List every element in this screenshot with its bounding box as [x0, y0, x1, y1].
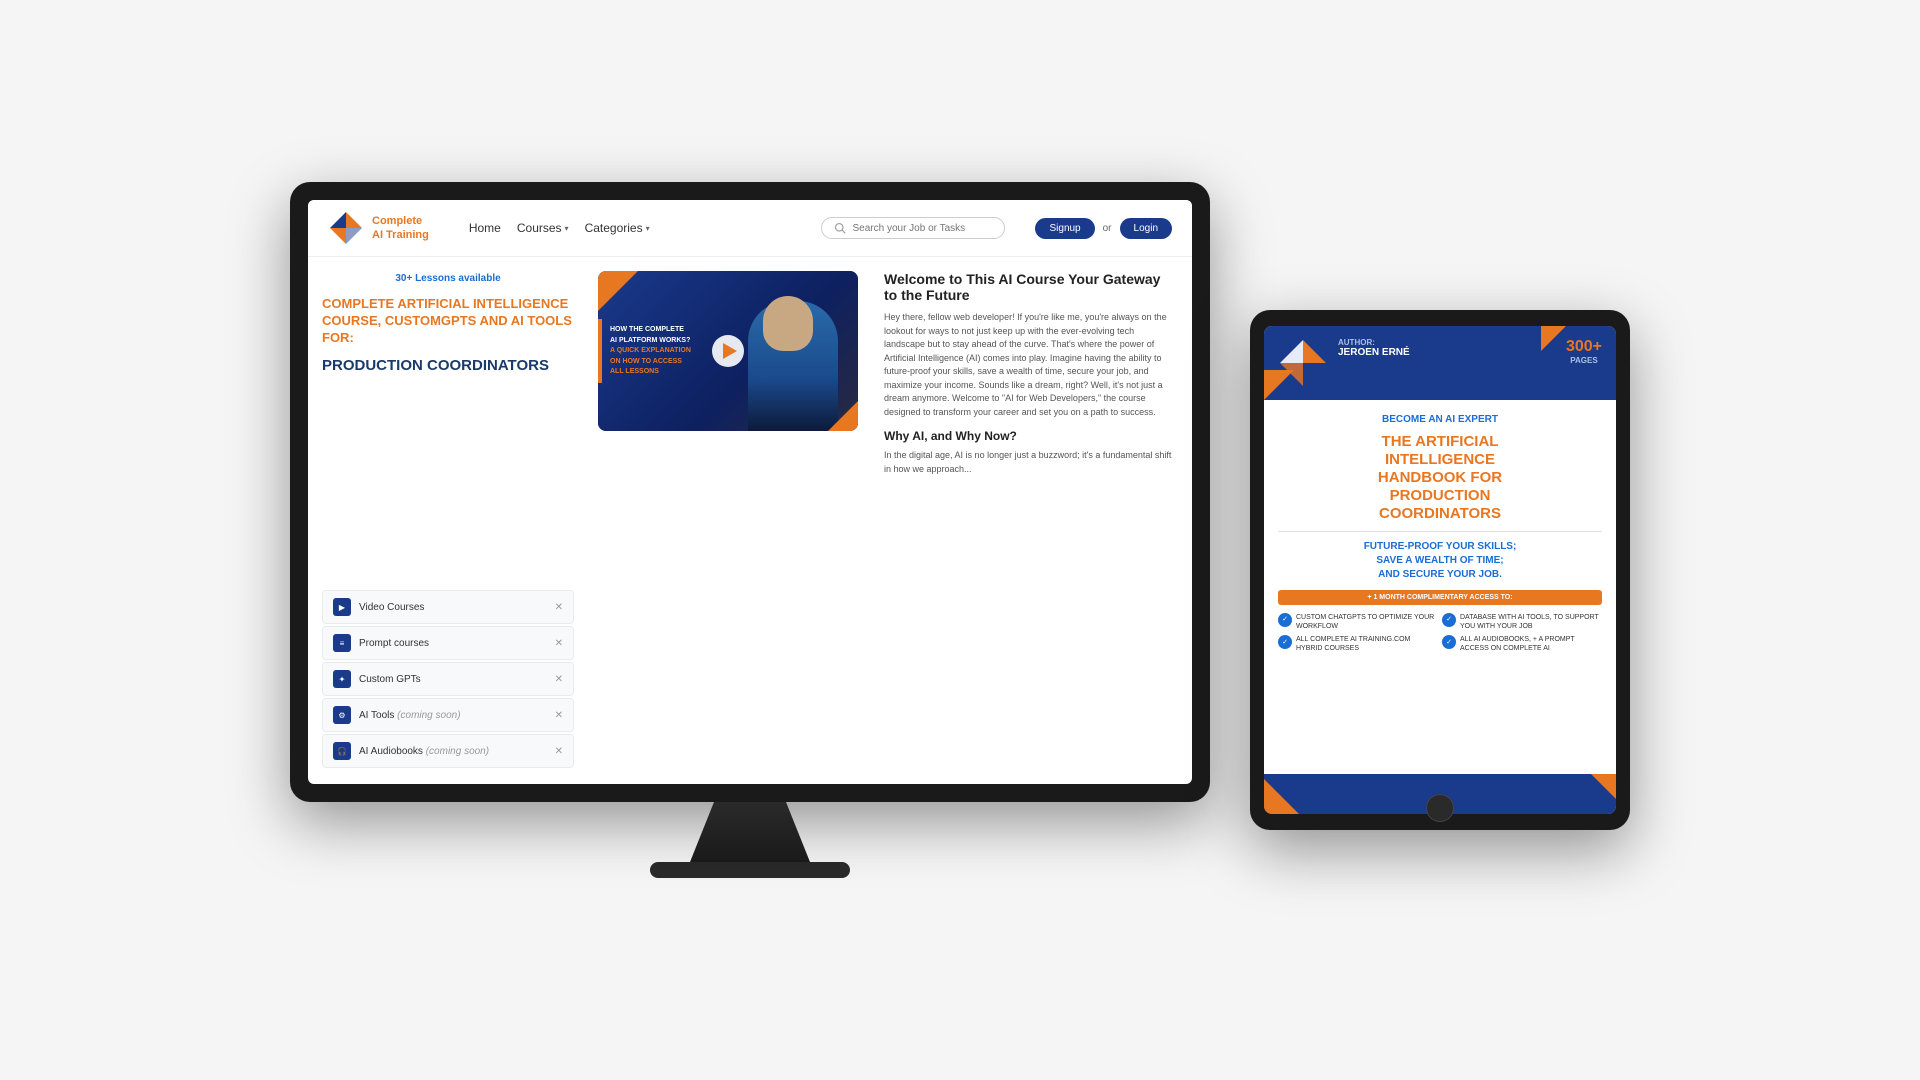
close-icon-audiobooks[interactable]: ✕ [555, 746, 563, 757]
sidebar-item-video-courses[interactable]: ▶ Video Courses ✕ [322, 590, 574, 624]
courses-chevron-icon: ▾ [565, 224, 569, 233]
search-input[interactable] [852, 223, 992, 234]
video-scene: HOW THE COMPLETE AI PLATFORM WORKS? A QU… [598, 271, 858, 431]
feature-icon-2: ✓ [1442, 613, 1456, 627]
left-panel: 30+ Lessons available COMPLETE ARTIFICIA… [308, 257, 588, 784]
sidebar-item-ai-tools[interactable]: ⚙ AI Tools (coming soon) ✕ [322, 698, 574, 732]
website: Complete AI Training Home Courses ▾ [308, 200, 1192, 784]
hero-title: COMPLETE ARTIFICIAL INTELLIGENCE COURSE,… [322, 296, 574, 347]
center-panel: HOW THE COMPLETE AI PLATFORM WORKS? A QU… [588, 257, 868, 784]
tablet-features: ✓ CUSTOM CHATGPTS TO OPTIMIZE YOUR WORKF… [1278, 613, 1602, 653]
close-icon-video[interactable]: ✕ [555, 602, 563, 613]
search-icon [834, 222, 846, 234]
sidebar-label-custom-gpts: Custom GPTs [359, 674, 421, 685]
tablet-footer-tri-right [1591, 774, 1616, 799]
monitor-stand [690, 802, 810, 862]
tablet-header: AUTHOR: JEROEN ERNÉ 300+ PAGES [1264, 326, 1616, 400]
article-body2: In the digital age, AI is no longer just… [884, 449, 1176, 476]
login-button[interactable]: Login [1120, 218, 1172, 239]
article-body: Hey there, fellow web developer! If you'… [884, 311, 1176, 419]
logo-text: Complete AI Training [372, 214, 429, 243]
sidebar-label-video-courses: Video Courses [359, 602, 424, 613]
scene: Complete AI Training Home Courses ▾ [0, 0, 1920, 1080]
feature-icon-1: ✓ [1278, 613, 1292, 627]
logo[interactable]: Complete AI Training [328, 210, 429, 246]
article-title: Welcome to This AI Course Your Gateway t… [884, 271, 1176, 303]
tablet-main-title: THE ARTIFICIAL INTELLIGENCE HANDBOOK FOR… [1278, 433, 1602, 523]
monitor: Complete AI Training Home Courses ▾ [290, 182, 1210, 802]
nav-categories[interactable]: Categories ▾ [585, 221, 650, 235]
tablet-feature-1: ✓ CUSTOM CHATGPTS TO OPTIMIZE YOUR WORKF… [1278, 613, 1438, 631]
video-overlay [598, 271, 858, 431]
tablet-header-tri-right [1541, 326, 1566, 351]
nav-search-bar[interactable] [821, 217, 1005, 239]
nav-home[interactable]: Home [469, 221, 501, 235]
article-subtitle2: Why AI, and Why Now? [884, 429, 1176, 443]
logo-icon [328, 210, 364, 246]
tablet-home-button[interactable] [1426, 794, 1454, 822]
feature-icon-4: ✓ [1442, 635, 1456, 649]
tablet-screen: AUTHOR: JEROEN ERNÉ 300+ PAGES BECOME AN… [1264, 326, 1616, 814]
sidebar-menu: ▶ Video Courses ✕ ≡ Prompt courses [322, 590, 574, 768]
hero-subtitle: PRODUCTION COORDINATORS [322, 357, 574, 375]
custom-gpts-icon: ✦ [333, 670, 351, 688]
tablet-become-expert: BECOME AN AI EXPERT [1278, 414, 1602, 425]
tablet-pages-label: PAGES [1566, 356, 1602, 365]
sidebar-label-ai-tools: AI Tools (coming soon) [359, 710, 461, 721]
tablet-future-text: FUTURE-PROOF YOUR SKILLS; SAVE A WEALTH … [1278, 540, 1602, 582]
tablet-divider [1278, 531, 1602, 532]
tablet-feature-2: ✓ DATABASE WITH AI TOOLS, TO SUPPORT YOU… [1442, 613, 1602, 631]
tablet-body: BECOME AN AI EXPERT THE ARTIFICIAL INTEL… [1264, 400, 1616, 774]
tablet-feature-3: ✓ ALL COMPLETE AI TRAINING.COM HYBRID CO… [1278, 635, 1438, 653]
ai-audiobooks-icon: 🎧 [333, 742, 351, 760]
monitor-screen: Complete AI Training Home Courses ▾ [308, 200, 1192, 784]
tablet-pages-badge: 300+ PAGES [1566, 338, 1602, 365]
tablet-bonus-badge: + 1 MONTH COMPLIMENTARY ACCESS TO: [1278, 590, 1602, 605]
lessons-badge: 30+ Lessons available [322, 273, 574, 284]
nav-actions: Signup or Login [1035, 218, 1172, 239]
video-container[interactable]: HOW THE COMPLETE AI PLATFORM WORKS? A QU… [598, 271, 858, 431]
ai-tools-icon: ⚙ [333, 706, 351, 724]
monitor-wrapper: Complete AI Training Home Courses ▾ [290, 182, 1210, 878]
play-button[interactable] [712, 335, 744, 367]
signup-button[interactable]: Signup [1035, 218, 1094, 239]
close-icon-tools[interactable]: ✕ [555, 710, 563, 721]
video-courses-icon: ▶ [333, 598, 351, 616]
tablet-feature-4: ✓ ALL AI AUDIOBOOKS, + A PROMPT ACCESS O… [1442, 635, 1602, 653]
right-panel: Welcome to This AI Course Your Gateway t… [868, 257, 1192, 784]
tablet: AUTHOR: JEROEN ERNÉ 300+ PAGES BECOME AN… [1250, 310, 1630, 830]
tablet-footer-tri-left [1264, 779, 1299, 814]
close-icon-prompt[interactable]: ✕ [555, 638, 563, 649]
close-icon-gpts[interactable]: ✕ [555, 674, 563, 685]
tablet-pages-num: 300+ [1566, 338, 1602, 356]
sidebar-label-ai-audiobooks: AI Audiobooks (coming soon) [359, 746, 489, 757]
sidebar-label-prompt-courses: Prompt courses [359, 638, 429, 649]
feature-icon-3: ✓ [1278, 635, 1292, 649]
sidebar-item-ai-audiobooks[interactable]: 🎧 AI Audiobooks (coming soon) ✕ [322, 734, 574, 768]
main-content: 30+ Lessons available COMPLETE ARTIFICIA… [308, 257, 1192, 784]
play-icon [723, 343, 737, 359]
nav-courses[interactable]: Courses ▾ [517, 221, 569, 235]
prompt-courses-icon: ≡ [333, 634, 351, 652]
monitor-base [650, 862, 850, 878]
sidebar-item-custom-gpts[interactable]: ✦ Custom GPTs ✕ [322, 662, 574, 696]
tablet-wrapper: AUTHOR: JEROEN ERNÉ 300+ PAGES BECOME AN… [1250, 310, 1630, 830]
tablet-header-tri-left [1264, 370, 1294, 400]
navbar: Complete AI Training Home Courses ▾ [308, 200, 1192, 257]
or-label: or [1103, 223, 1112, 234]
nav-links: Home Courses ▾ Categories ▾ [469, 221, 650, 235]
sidebar-item-prompt-courses[interactable]: ≡ Prompt courses ✕ [322, 626, 574, 660]
categories-chevron-icon: ▾ [646, 224, 650, 233]
